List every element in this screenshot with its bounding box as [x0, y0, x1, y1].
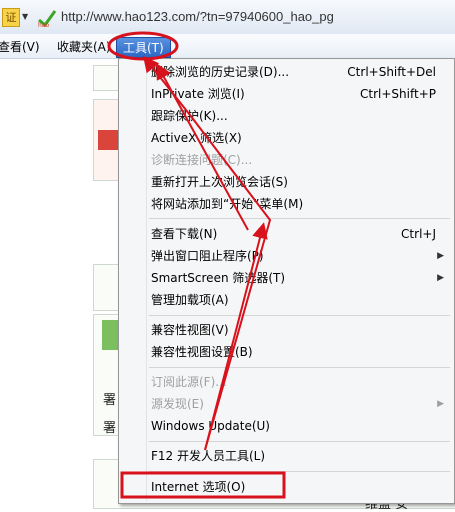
bg-label-2: 署 — [103, 421, 117, 436]
submenu-arrow-icon: ▶ — [437, 273, 444, 283]
menu-item-activex-filter[interactable]: ActiveX 筛选(X) — [151, 128, 444, 148]
bg-gift-image — [98, 130, 118, 150]
menu-gutter — [146, 61, 147, 501]
menu-item-label: 订阅此源(F)... — [151, 375, 227, 389]
menu-item-tracking-protection[interactable]: 跟踪保护(K)... — [151, 106, 444, 126]
submenu-arrow-icon: ▶ — [437, 251, 444, 261]
menu-separator — [149, 218, 450, 219]
svg-text:hao: hao — [38, 22, 49, 28]
menu-separator — [149, 441, 450, 442]
menu-tools[interactable]: 工具(T) — [116, 37, 171, 58]
menu-item-manage-addons[interactable]: 管理加载项(A) — [151, 290, 444, 310]
address-bar: 证 ▼ hao http://www.hao123.com/?tn=979406… — [0, 0, 455, 35]
bg-green-tag — [102, 320, 118, 350]
menu-separator — [149, 315, 450, 316]
menu-item-diagnose: 诊断连接问题(C)... — [151, 150, 444, 170]
menu-item-smartscreen[interactable]: SmartScreen 筛选器(T) ▶ — [151, 268, 444, 288]
menu-item-compat-view[interactable]: 兼容性视图(V) — [151, 320, 444, 340]
menu-item-view-downloads[interactable]: 查看下载(N) Ctrl+J — [151, 224, 444, 244]
menu-item-f12-devtools[interactable]: F12 开发人员工具(L) — [151, 446, 444, 466]
menu-item-label: InPrivate 浏览(I) — [151, 87, 245, 101]
chevron-down-icon[interactable]: ▼ — [22, 12, 28, 21]
url-field[interactable]: http://www.hao123.com/?tn=97940600_hao_p… — [61, 9, 334, 24]
menu-item-popup-blocker[interactable]: 弹出窗口阻止程序(P) ▶ — [151, 246, 444, 266]
menu-item-shortcut: Ctrl+Shift+Del — [347, 65, 436, 79]
menu-item-feed-discovery: 源发现(E) ▶ — [151, 394, 444, 414]
menu-bar: 查看(V) 收藏夹(A) 工具(T) — [0, 34, 455, 59]
menu-item-label: ActiveX 筛选(X) — [151, 131, 242, 145]
menu-separator — [149, 471, 450, 472]
menu-item-subscribe-feed: 订阅此源(F)... — [151, 372, 444, 392]
menu-item-label: 兼容性视图设置(B) — [151, 345, 253, 359]
menu-favorites[interactable]: 收藏夹(A) — [57, 38, 111, 55]
hao123-favicon-icon: hao — [38, 10, 57, 28]
menu-item-shortcut: Ctrl+J — [401, 227, 436, 241]
menu-item-label: F12 开发人员工具(L) — [151, 449, 266, 463]
submenu-arrow-icon: ▶ — [437, 399, 444, 409]
menu-item-label: 诊断连接问题(C)... — [151, 153, 253, 167]
menu-item-windows-update[interactable]: Windows Update(U) — [151, 416, 444, 436]
bg-label-1: 署 — [103, 393, 117, 408]
menu-item-internet-options[interactable]: Internet 选项(O) — [151, 477, 444, 497]
menu-item-add-to-start[interactable]: 将网站添加到“开始”菜单(M) — [151, 194, 444, 214]
menu-item-label: 弹出窗口阻止程序(P) — [151, 249, 264, 263]
menu-item-compat-settings[interactable]: 兼容性视图设置(B) — [151, 342, 444, 362]
menu-item-label: SmartScreen 筛选器(T) — [151, 271, 286, 285]
menu-item-label: 重新打开上次浏览会话(S) — [151, 175, 288, 189]
menu-item-label: 将网站添加到“开始”菜单(M) — [151, 197, 304, 211]
menu-separator — [149, 367, 450, 368]
menu-item-label: 查看下载(N) — [151, 227, 218, 241]
menu-item-label: Windows Update(U) — [151, 419, 270, 433]
menu-item-shortcut: Ctrl+Shift+P — [360, 87, 436, 101]
menu-item-label: 兼容性视图(V) — [151, 323, 229, 337]
menu-item-label: 源发现(E) — [151, 397, 204, 411]
menu-item-label: 管理加载项(A) — [151, 293, 229, 307]
certificate-button[interactable]: 证 — [2, 8, 20, 27]
menu-item-label: Internet 选项(O) — [151, 480, 246, 494]
tools-menu: 删除浏览的历史记录(D)... Ctrl+Shift+Del InPrivate… — [118, 58, 455, 504]
menu-view[interactable]: 查看(V) — [0, 38, 40, 55]
menu-item-label: 删除浏览的历史记录(D)... — [151, 65, 290, 79]
menu-item-delete-history[interactable]: 删除浏览的历史记录(D)... Ctrl+Shift+Del — [151, 62, 444, 82]
menu-item-reopen-session[interactable]: 重新打开上次浏览会话(S) — [151, 172, 444, 192]
menu-item-inprivate[interactable]: InPrivate 浏览(I) Ctrl+Shift+P — [151, 84, 444, 104]
menu-item-label: 跟踪保护(K)... — [151, 109, 228, 123]
